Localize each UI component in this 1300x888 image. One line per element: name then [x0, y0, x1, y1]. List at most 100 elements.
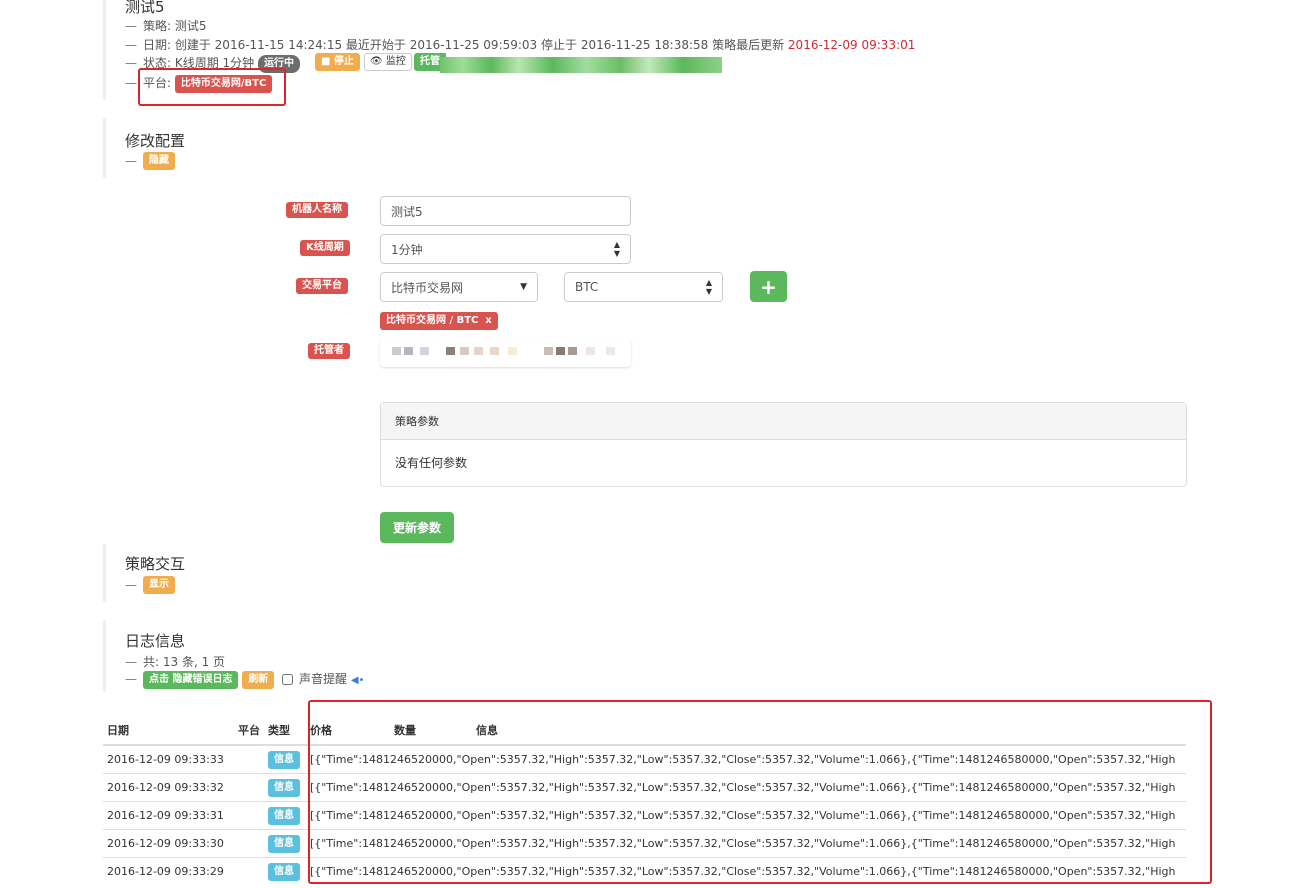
strategy-params-panel: 策略参数 没有任何参数 — [380, 402, 1187, 487]
date-text: 日期: 创建于 2016-11-15 14:24:15 最近开始于 2016-1… — [143, 38, 785, 52]
blur-pixel — [606, 347, 615, 355]
blur-pixel — [474, 347, 483, 355]
dash: — — [125, 19, 137, 33]
log-type-badge: 信息 — [268, 778, 300, 797]
interaction-toggle-line: — 显示 — [125, 576, 175, 594]
dash: — — [125, 577, 137, 592]
updown-arrow-icon: ▲ ▼ — [705, 278, 712, 296]
show-interaction-button[interactable]: 显示 — [143, 576, 175, 594]
blur-pixel — [556, 347, 565, 355]
section-divider — [103, 620, 106, 692]
currency-select[interactable]: BTC ▲ ▼ — [564, 272, 723, 302]
exchange-select[interactable]: 比特币交易网 ▼ — [380, 272, 538, 302]
dash: — — [125, 655, 137, 669]
col-platform: 平台 — [234, 716, 264, 746]
dash: — — [125, 153, 137, 168]
blur-pixel — [460, 347, 469, 355]
kline-period-value: 1分钟 — [391, 242, 423, 257]
config-title: 修改配置 — [125, 132, 186, 150]
highlight-box-log — [308, 700, 1212, 884]
params-panel-body: 没有任何参数 — [395, 456, 468, 470]
log-type-cell: 信息 — [264, 744, 306, 774]
section-divider — [103, 544, 106, 602]
host-select[interactable] — [380, 337, 631, 367]
log-platform — [234, 744, 264, 774]
robot-name-input[interactable]: 测试5 — [380, 196, 631, 226]
blur-pixel — [446, 347, 455, 355]
monitor-label: 监控 — [385, 56, 406, 67]
updown-arrow-icon: ▲ ▼ — [613, 240, 620, 258]
log-date: 2016-12-09 09:33:31 — [103, 801, 234, 830]
blur-pixel — [420, 347, 429, 355]
date-line: — 日期: 创建于 2016-11-15 14:24:15 最近开始于 2016-… — [125, 36, 915, 53]
blur-pixel — [508, 347, 517, 355]
remove-exchange-button[interactable]: x — [485, 315, 491, 326]
stop-button[interactable]: ■ 停止 — [315, 53, 360, 71]
log-type-cell: 信息 — [264, 829, 306, 858]
blur-pixel — [586, 347, 595, 355]
sound-alert-label: 声音提醒 — [298, 672, 347, 686]
log-actions-line: — 点击 隐藏错误日志 刷新 声音提醒 ◀• — [125, 670, 364, 689]
log-count-line: — 共: 13 条, 1 页 — [125, 653, 225, 670]
monitor-button[interactable]: 👁 监控 — [364, 53, 412, 71]
dash: — — [125, 76, 137, 90]
hide-config-button[interactable]: 隐藏 — [143, 152, 175, 170]
log-type-cell: 信息 — [264, 801, 306, 830]
log-type-badge: 信息 — [268, 834, 300, 853]
robot-title: 测试5 — [125, 0, 165, 16]
strategy-text: 策略: 测试5 — [143, 19, 207, 33]
strategy-line: — 策略: 测试5 — [125, 17, 207, 34]
col-type: 类型 — [264, 716, 306, 746]
log-date: 2016-12-09 09:33:29 — [103, 857, 234, 885]
dash: — — [125, 38, 137, 52]
refresh-log-button[interactable]: 刷新 — [242, 670, 275, 689]
robot-name-label: 机器人名称 — [286, 202, 348, 218]
exchange-value: 比特币交易网 — [391, 280, 464, 295]
blur-pixel — [490, 347, 499, 355]
section-divider — [103, 118, 106, 178]
log-platform — [234, 801, 264, 830]
chevron-down-icon: ▼ — [520, 282, 527, 292]
blur-pixel — [568, 347, 577, 355]
last-updated-date: 2016-12-09 09:33:01 — [787, 38, 916, 52]
log-date: 2016-12-09 09:33:30 — [103, 829, 234, 858]
log-date: 2016-12-09 09:33:32 — [103, 773, 234, 802]
log-type-badge: 信息 — [268, 750, 300, 769]
robot-name-value: 测试5 — [391, 204, 423, 219]
log-platform — [234, 857, 264, 885]
selected-exchange-text: 比特币交易网 / BTC — [386, 314, 479, 326]
log-type-cell: 信息 — [264, 773, 306, 802]
blur-pixel — [404, 347, 413, 355]
exchange-label: 交易平台 — [296, 278, 348, 294]
dash: — — [125, 56, 137, 70]
config-toggle-line: — 隐藏 — [125, 152, 175, 170]
kline-period-label: K线周期 — [300, 240, 350, 256]
log-type-cell: 信息 — [264, 857, 306, 885]
highlight-box-platform — [138, 68, 286, 106]
currency-value: BTC — [575, 280, 599, 294]
speaker-icon: ◀• — [350, 675, 365, 686]
log-type-badge: 信息 — [268, 862, 300, 881]
selected-exchange-tag: 比特币交易网 / BTC x — [380, 310, 498, 330]
blur-pixel — [392, 347, 401, 355]
log-type-badge: 信息 — [268, 806, 300, 825]
toggle-error-log-button[interactable]: 点击 隐藏错误日志 — [143, 670, 239, 689]
col-date: 日期 — [103, 716, 234, 746]
add-exchange-button[interactable]: + — [750, 271, 787, 302]
eye-icon: 👁 — [370, 56, 383, 67]
kline-period-select[interactable]: 1分钟 ▲ ▼ — [380, 234, 631, 264]
log-platform — [234, 773, 264, 802]
params-panel-title: 策略参数 — [381, 403, 1186, 440]
blurred-host-info — [440, 57, 722, 73]
interaction-title: 策略交互 — [125, 555, 186, 573]
dash: — — [125, 672, 137, 686]
sound-alert-checkbox[interactable] — [282, 674, 294, 685]
host-label: 托管者 — [308, 343, 350, 359]
blur-pixel — [544, 347, 553, 355]
section-divider — [103, 0, 106, 100]
log-date: 2016-12-09 09:33:33 — [103, 744, 234, 774]
log-platform — [234, 829, 264, 858]
log-count: 共: 13 条, 1 页 — [143, 655, 226, 669]
log-title: 日志信息 — [125, 632, 186, 650]
update-params-button[interactable]: 更新参数 — [380, 512, 454, 543]
